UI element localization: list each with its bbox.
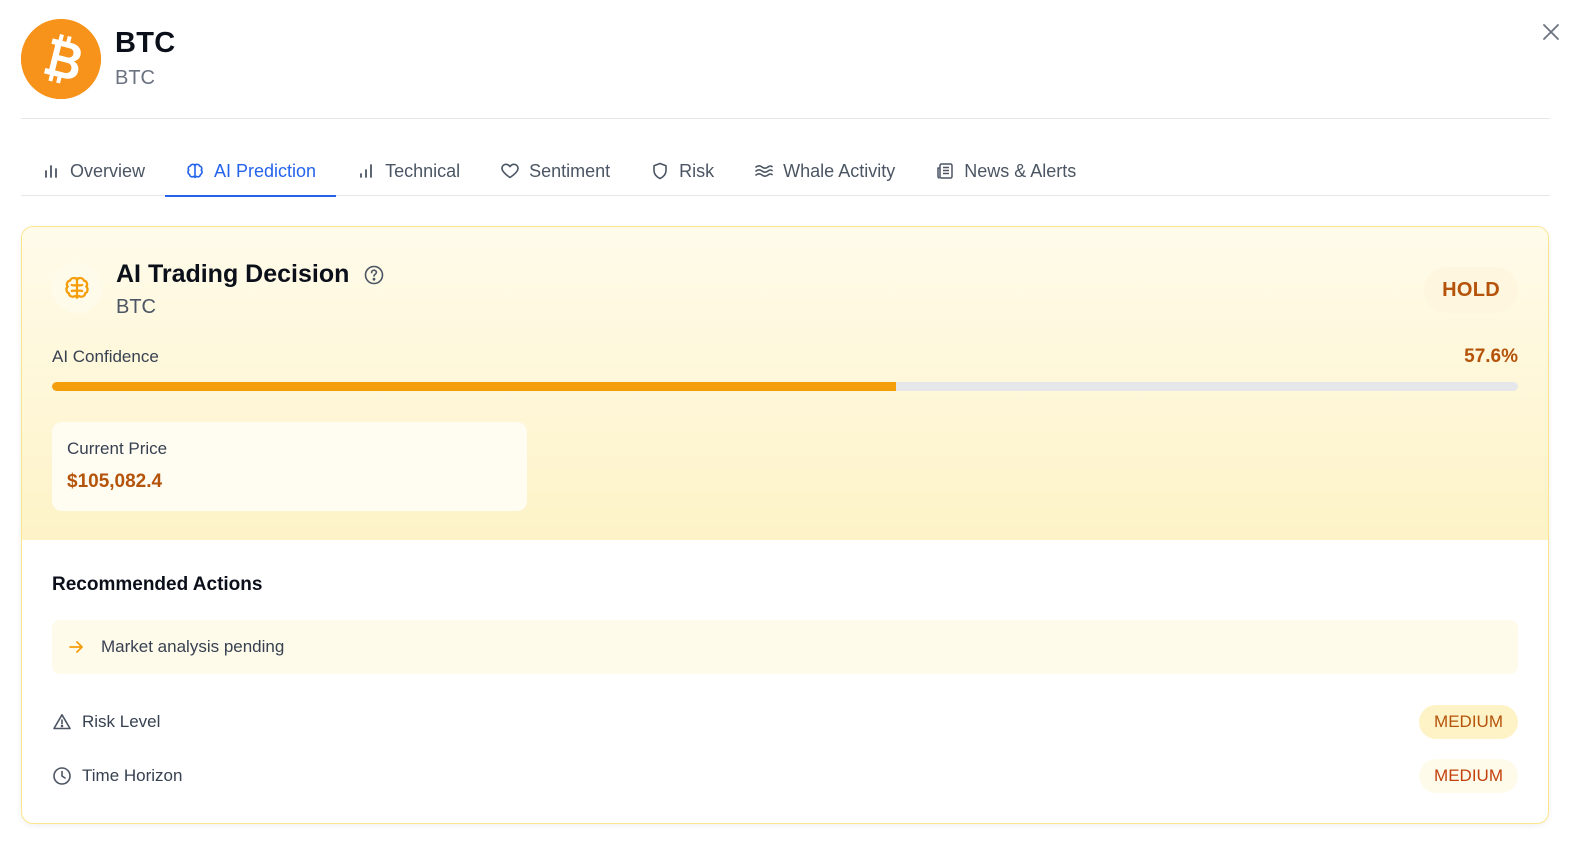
arrow-right-icon	[66, 637, 86, 657]
close-button[interactable]	[1538, 19, 1564, 45]
risk-level-row: Risk Level MEDIUM	[52, 704, 1518, 740]
tab-label: Overview	[70, 160, 146, 181]
heart-icon	[500, 161, 520, 181]
time-horizon-label: Time Horizon	[82, 766, 183, 785]
help-icon[interactable]	[363, 264, 385, 286]
newspaper-icon	[935, 161, 955, 181]
tab-label: Whale Activity	[783, 160, 896, 181]
signal-icon	[356, 161, 376, 181]
close-icon	[1543, 24, 1559, 40]
risk-level-badge: MEDIUM	[1419, 705, 1518, 739]
bitcoin-icon	[21, 19, 101, 99]
tab-sentiment[interactable]: Sentiment	[480, 146, 630, 196]
tab-technical[interactable]: Technical	[336, 146, 480, 196]
decision-summary: AI Trading Decision BTC HOLD AI Confiden…	[22, 227, 1548, 540]
price-value: $105,082.4	[67, 471, 163, 492]
current-price-box: Current Price $105,082.4	[52, 422, 527, 511]
confidence-bar-fill	[52, 382, 897, 391]
price-label: Current Price	[67, 439, 168, 458]
confidence-bar	[52, 382, 1518, 391]
tab-label: AI Prediction	[214, 160, 317, 181]
tab-label: News & Alerts	[964, 160, 1077, 181]
decision-symbol: BTC	[116, 296, 156, 318]
bar-chart-icon	[41, 161, 61, 181]
time-horizon-badge: MEDIUM	[1419, 759, 1518, 793]
warning-icon	[52, 712, 72, 732]
waves-icon	[754, 161, 774, 181]
confidence-value: 57.6%	[1464, 346, 1518, 367]
tab-news-alerts[interactable]: News & Alerts	[915, 146, 1096, 196]
tab-whale-activity[interactable]: Whale Activity	[734, 146, 915, 196]
coin-symbol: BTC	[115, 67, 155, 89]
risk-level-label: Risk Level	[82, 712, 161, 731]
list-item: Market analysis pending	[52, 620, 1518, 674]
clock-icon	[52, 766, 72, 786]
shield-icon	[650, 161, 670, 181]
decision-action-badge: HOLD	[1424, 267, 1518, 313]
tab-ai-prediction[interactable]: AI Prediction	[165, 146, 337, 197]
time-horizon-row: Time Horizon MEDIUM	[52, 758, 1518, 794]
confidence-label: AI Confidence	[52, 347, 159, 366]
tab-label: Sentiment	[529, 160, 611, 181]
recommended-actions-title: Recommended Actions	[52, 574, 263, 595]
asset-header: BTC BTC	[21, 19, 1559, 119]
tab-label: Technical	[385, 160, 461, 181]
decision-title: AI Trading Decision	[116, 260, 350, 288]
tab-bar: Overview AI Prediction Technical Sentime…	[21, 146, 1550, 197]
decision-title-row: AI Trading Decision	[116, 260, 385, 289]
ai-decision-card: AI Trading Decision BTC HOLD AI Confiden…	[21, 226, 1549, 824]
coin-name: BTC	[115, 27, 176, 59]
tab-overview[interactable]: Overview	[21, 146, 165, 196]
brain-icon	[52, 263, 102, 313]
brain-icon	[185, 161, 205, 181]
recommendation-text: Market analysis pending	[101, 637, 285, 656]
tab-risk[interactable]: Risk	[630, 146, 734, 196]
tab-label: Risk	[679, 160, 715, 181]
